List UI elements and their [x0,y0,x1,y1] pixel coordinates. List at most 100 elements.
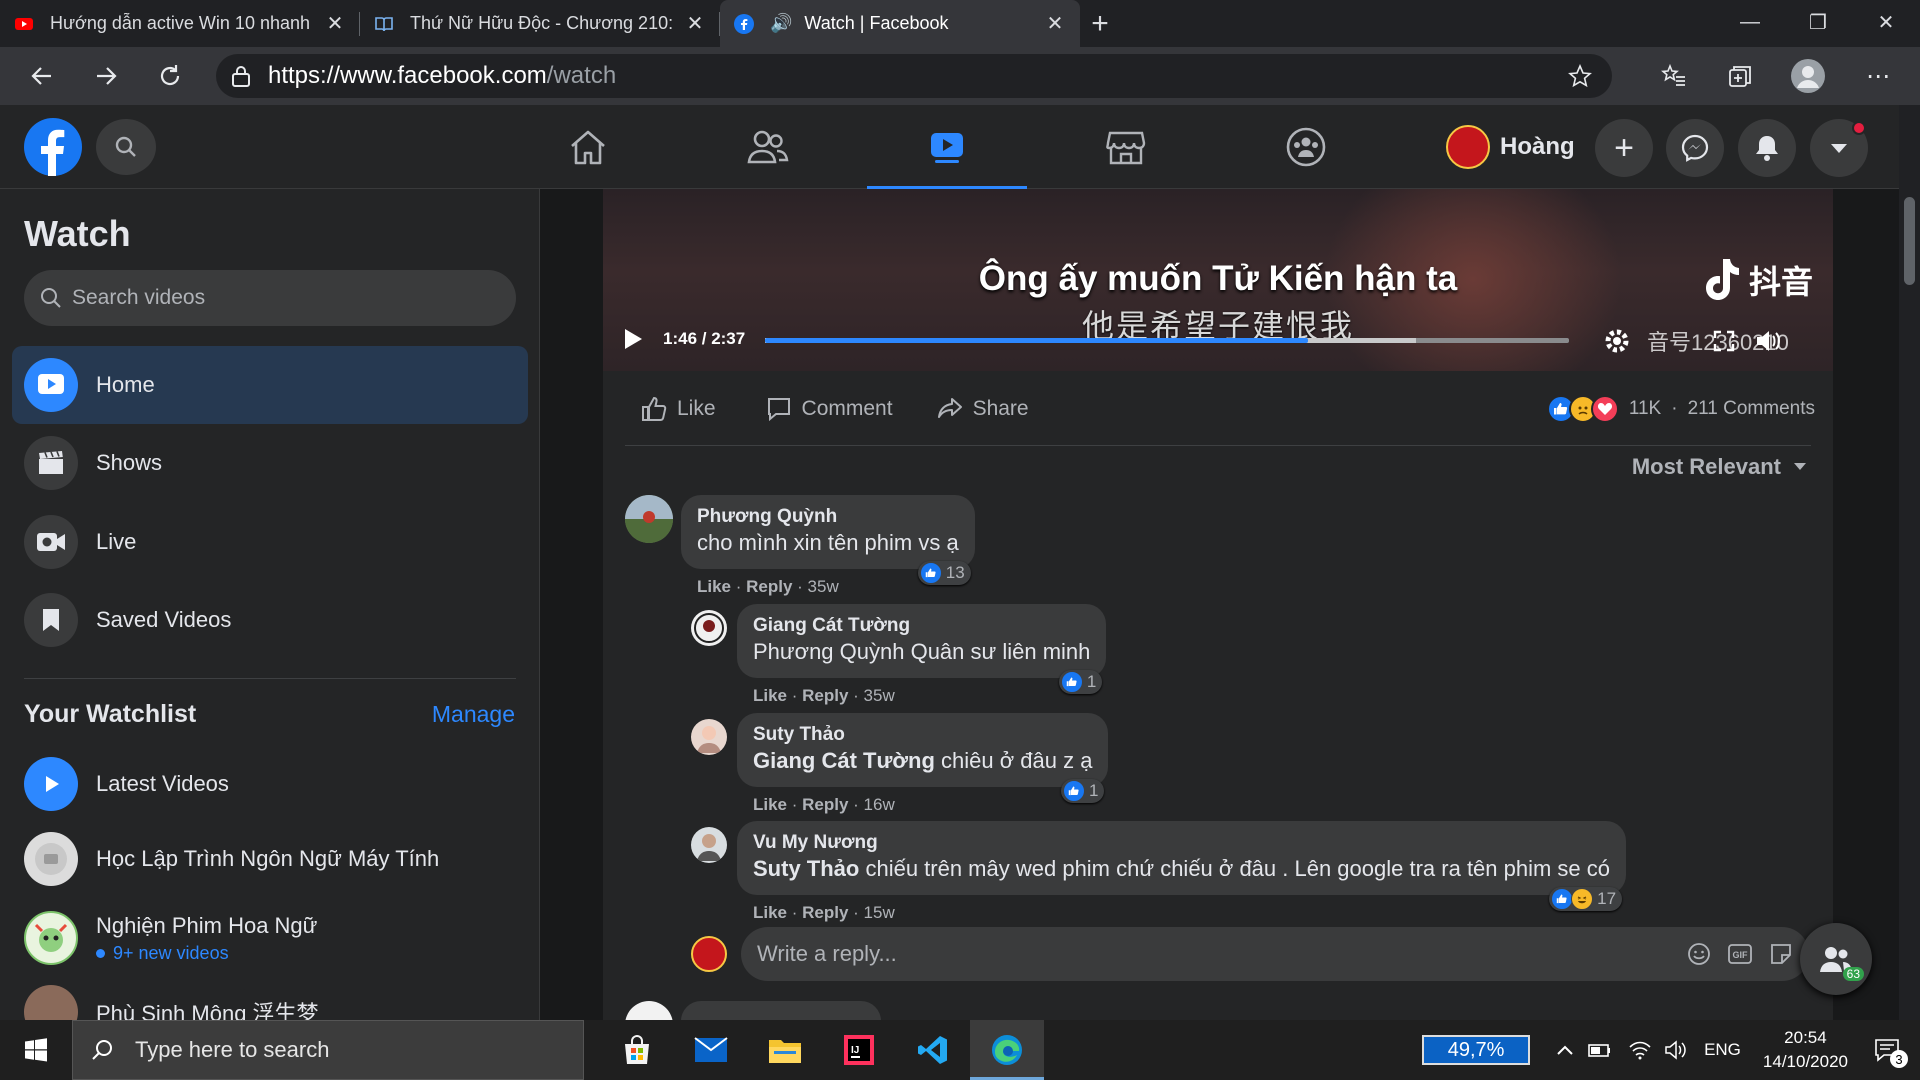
mail-app[interactable] [674,1020,748,1080]
play-button[interactable] [623,328,643,350]
sidebar-item-shows[interactable]: Shows [12,424,528,502]
notifications-button[interactable] [1738,119,1796,177]
input-language[interactable]: ENG [1704,1040,1741,1060]
comment-author[interactable]: Giang Cát Tường [753,614,1090,638]
forward-button[interactable] [84,54,128,98]
reaction-summary[interactable]: 11K · 211 Comments [1546,395,1815,423]
lock-icon[interactable] [230,64,252,88]
tab-novel[interactable]: Thứ Nữ Hữu Độc - Chương 210: ✕ [360,0,720,47]
avatar[interactable] [691,827,727,863]
close-window-button[interactable]: ✕ [1852,0,1920,44]
video-player[interactable]: Ông ấy muốn Tử Kiến hận ta 他是希望子建恨我 抖音 1… [603,189,1833,371]
messenger-button[interactable] [1666,119,1724,177]
avatar[interactable] [625,495,673,543]
sidebar-item-saved[interactable]: Saved Videos [12,581,528,659]
back-button[interactable] [20,54,64,98]
comment-reply-link[interactable]: Reply [802,795,848,814]
minimize-button[interactable]: — [1716,0,1784,44]
watchlist-item-latest[interactable]: Latest Videos [12,747,528,821]
speaker-icon[interactable]: 🔊 [770,13,792,34]
comment-reactions[interactable]: 1 [1058,670,1103,694]
profile-avatar-icon[interactable] [1786,54,1830,98]
watchlist-item-hoangu[interactable]: Nghiện Phim Hoa Ngữ 9+ new videos [12,898,528,978]
comment-time[interactable]: 15w [864,903,895,922]
comment-author[interactable]: Suty Thảo [753,723,1092,747]
reply-input[interactable]: Write a reply... GIF [741,927,1809,981]
comment-button[interactable]: Comment [766,396,893,422]
facebook-logo-icon[interactable] [24,118,82,176]
comment-mention[interactable]: Suty Thảo [753,856,859,881]
comment-reply-link[interactable]: Reply [802,903,848,922]
create-button[interactable]: + [1595,119,1653,177]
volume-icon[interactable] [1664,1040,1686,1060]
comment-reply-link[interactable]: Reply [802,686,848,705]
tab-youtube[interactable]: Hướng dẫn active Win 10 nhanh ✕ [0,0,360,47]
file-explorer-app[interactable] [748,1020,822,1080]
comment-like-link[interactable]: Like [753,686,787,705]
comment-reactions[interactable]: 13 [917,561,971,585]
comment-like-link[interactable]: Like [753,903,787,922]
fb-search-button[interactable] [96,119,156,175]
clock[interactable]: 20:54 14/10/2020 [1763,1026,1848,1074]
close-tab-icon[interactable]: ✕ [684,13,706,35]
emoji-icon[interactable] [1687,942,1711,966]
comment-time[interactable]: 35w [864,686,895,705]
fullscreen-icon[interactable] [1713,330,1735,352]
intellij-app[interactable]: IJ [822,1020,896,1080]
search-videos-field[interactable] [24,270,516,326]
edge-app[interactable] [970,1020,1044,1080]
profile-chip[interactable]: Hoàng [1436,119,1585,175]
nav-marketplace-tab[interactable] [1046,105,1206,189]
comment-author[interactable]: Phương Quỳnh [697,505,959,529]
contacts-button[interactable]: 63 [1800,923,1872,995]
comments-count[interactable]: 211 Comments [1688,398,1815,420]
new-tab-button[interactable]: + [1080,0,1120,47]
sticker-icon[interactable] [1769,942,1793,966]
volume-icon[interactable] [1755,329,1781,353]
avatar[interactable] [625,1001,673,1020]
settings-gear-icon[interactable] [1603,327,1631,355]
watchlist-item-phusinh[interactable]: Phù Sinh Mộng 浮生梦 [12,975,528,1020]
watchlist-item-programming[interactable]: Học Lập Trình Ngôn Ngữ Máy Tính [12,822,528,896]
more-menu-icon[interactable]: ⋯ [1856,54,1900,98]
manage-link[interactable]: Manage [432,701,515,728]
refresh-button[interactable] [148,54,192,98]
nav-home-tab[interactable] [508,105,668,189]
chevron-up-icon[interactable] [1556,1044,1574,1056]
sidebar-item-home[interactable]: Home [12,346,528,424]
scrollbar-thumb[interactable] [1904,197,1915,285]
notification-center-icon[interactable]: 3 [1874,1038,1908,1068]
nav-friends-tab[interactable] [688,105,848,189]
restore-button[interactable]: ❐ [1784,0,1852,44]
collections-icon[interactable] [1718,54,1762,98]
favorites-icon[interactable] [1652,54,1696,98]
vscode-app[interactable] [896,1020,970,1080]
favorite-star-icon[interactable] [1568,64,1592,88]
nav-groups-tab[interactable] [1226,105,1386,189]
battery-icon[interactable] [1588,1042,1612,1058]
close-tab-icon[interactable]: ✕ [324,13,346,35]
close-tab-icon[interactable]: ✕ [1044,13,1066,35]
page-scrollbar[interactable] [1899,105,1920,1020]
comment-sort-dropdown[interactable]: Most Relevant [1632,454,1807,480]
comment-like-link[interactable]: Like [697,577,731,596]
comment-reactions[interactable]: 1 [1060,779,1105,803]
comment-time[interactable]: 35w [808,577,839,596]
like-button[interactable]: Like [641,396,716,422]
comment-time[interactable]: 16w [864,795,895,814]
comment-author[interactable]: Vu My Nương [753,831,1610,855]
nav-watch-tab[interactable] [867,105,1027,190]
sidebar-item-live[interactable]: Live [12,503,528,581]
store-app[interactable] [600,1020,674,1080]
avatar[interactable] [691,719,727,755]
search-videos-input[interactable] [72,286,492,310]
battery-widget[interactable]: 49,7% [1422,1035,1531,1065]
account-menu-button[interactable] [1810,119,1868,177]
comment-reactions[interactable]: 17 [1549,887,1623,911]
comment-reply-link[interactable]: Reply [746,577,792,596]
share-button[interactable]: Share [937,396,1029,422]
wifi-icon[interactable] [1628,1040,1652,1060]
gif-icon[interactable]: GIF [1727,942,1753,966]
comment-like-link[interactable]: Like [753,795,787,814]
video-progress-bar[interactable] [765,338,1569,343]
